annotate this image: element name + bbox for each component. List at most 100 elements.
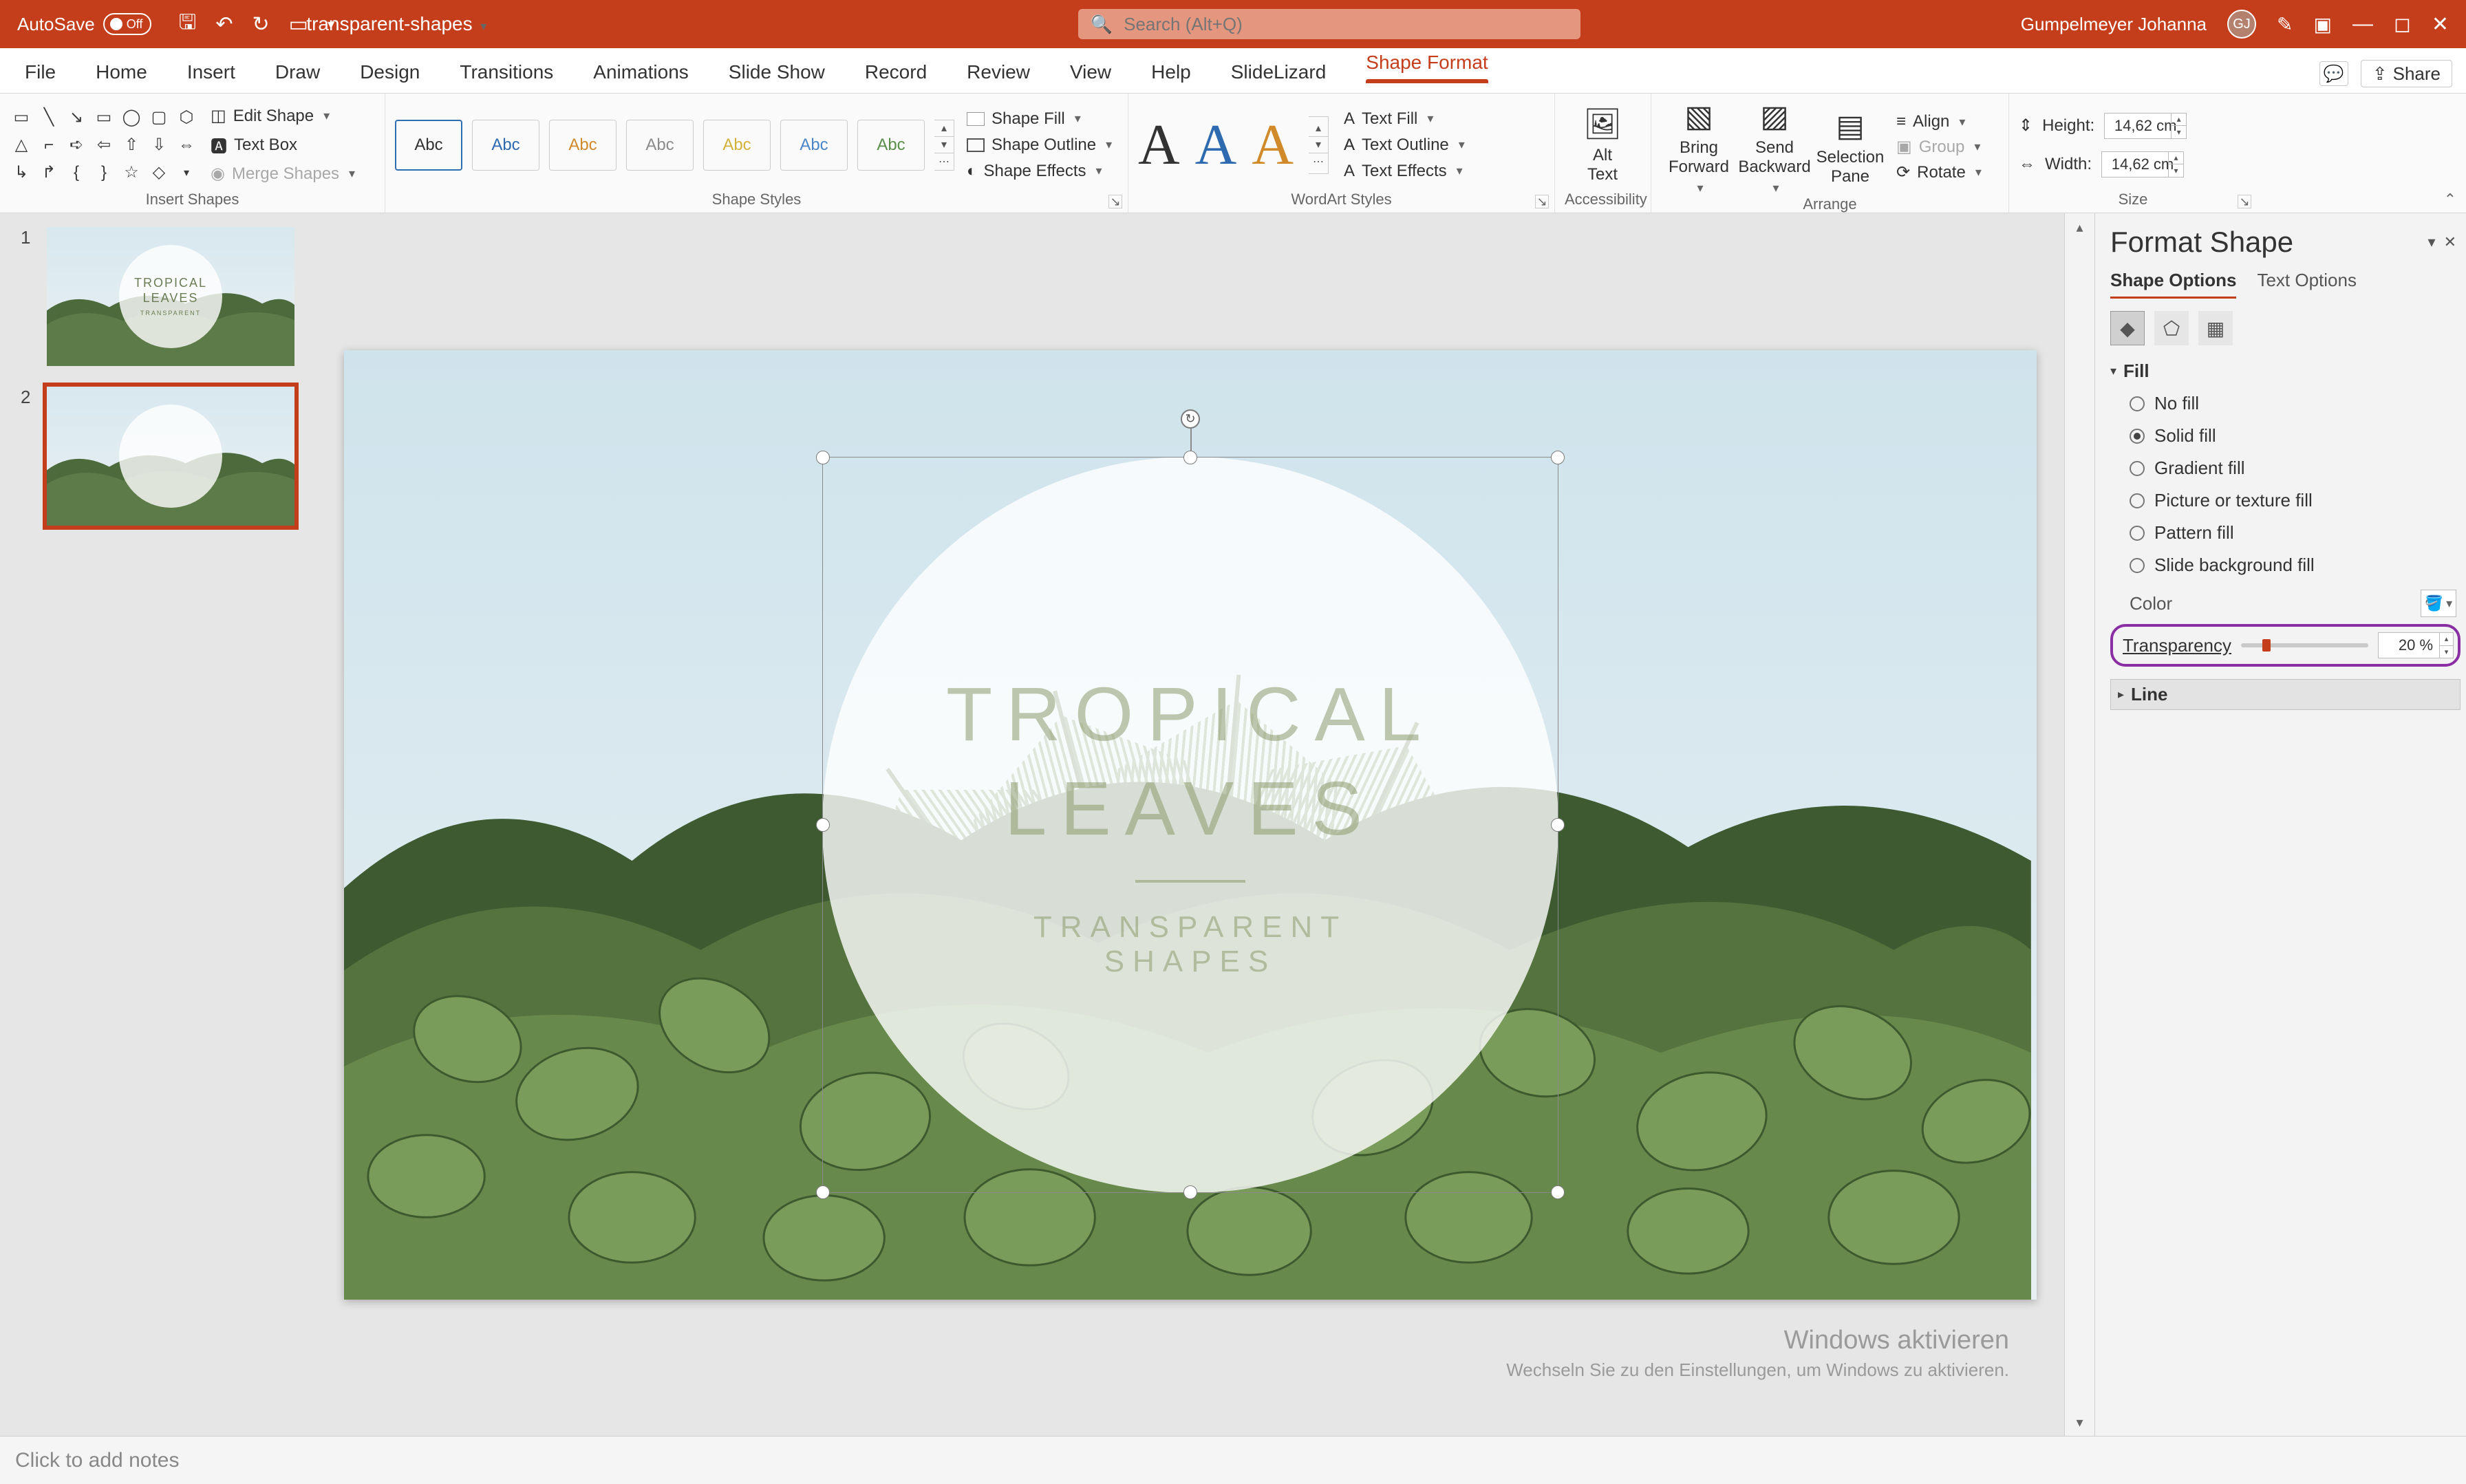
spin-up-icon[interactable]: ▴ xyxy=(2168,152,2183,165)
shape-arrow-l-icon[interactable]: ⇦ xyxy=(92,133,116,157)
shape-oval-icon[interactable]: ◯ xyxy=(120,106,143,129)
document-name[interactable]: transparent-shapes ▾ xyxy=(306,13,486,35)
radio-pattern-fill[interactable]: Pattern fill xyxy=(2130,522,2460,544)
transparency-input[interactable]: 20 %▴▾ xyxy=(2378,632,2454,658)
shape-arrow-u-icon[interactable]: ⇧ xyxy=(120,133,143,157)
tab-design[interactable]: Design xyxy=(356,61,424,93)
wordart-style-1[interactable]: A xyxy=(1138,116,1180,174)
shape-style-6[interactable]: Abc xyxy=(780,120,848,171)
radio-slide-bg-fill[interactable]: Slide background fill xyxy=(2130,555,2460,576)
tab-file[interactable]: File xyxy=(21,61,60,93)
bring-forward-button[interactable]: ▧Bring Forward▾ xyxy=(1661,99,1737,195)
resize-handle[interactable] xyxy=(1551,451,1565,464)
tab-help[interactable]: Help xyxy=(1147,61,1195,93)
tab-review[interactable]: Review xyxy=(963,61,1034,93)
spin-up-icon[interactable]: ▴ xyxy=(2171,114,2186,127)
shape-connector2-icon[interactable]: ↱ xyxy=(37,161,61,184)
shape-arrow-lr-icon[interactable]: ⇔ xyxy=(175,133,198,157)
shape-hexagon-icon[interactable]: ⬡ xyxy=(175,106,198,129)
dialog-launcher-icon[interactable]: ↘ xyxy=(1535,195,1549,208)
tab-insert[interactable]: Insert xyxy=(183,61,239,93)
minimize-button[interactable]: — xyxy=(2352,12,2373,36)
shape-l-icon[interactable]: ⌐ xyxy=(37,133,61,157)
shape-effects-button[interactable]: ◐Shape Effects▾ xyxy=(967,162,1112,181)
shape-style-2[interactable]: Abc xyxy=(472,120,539,171)
edit-shape-button[interactable]: ◫Edit Shape▾ xyxy=(211,106,355,126)
gallery-up-icon[interactable]: ▴ xyxy=(934,120,954,137)
shape-arrow-r-icon[interactable]: ➪ xyxy=(65,133,88,157)
rotation-handle[interactable] xyxy=(1181,409,1200,429)
alt-text-button[interactable]: 🖼 Alt Text xyxy=(1565,106,1640,184)
tab-slideshow[interactable]: Slide Show xyxy=(725,61,829,93)
slide-editor[interactable]: TROPICAL LEAVES TRANSPARENTSHAPES xyxy=(317,213,2064,1436)
search-box[interactable]: 🔍 xyxy=(1078,9,1580,39)
spin-down-icon[interactable]: ▾ xyxy=(2440,646,2453,658)
dialog-launcher-icon[interactable]: ↘ xyxy=(2238,195,2251,208)
rotate-button[interactable]: ⟳Rotate▾ xyxy=(1896,162,1982,182)
shape-brace-l-icon[interactable]: { xyxy=(65,161,88,184)
spin-down-icon[interactable]: ▾ xyxy=(2168,164,2183,177)
align-button[interactable]: ≡Align▾ xyxy=(1896,112,1982,131)
radio-solid-fill[interactable]: Solid fill xyxy=(2130,425,2460,447)
tab-transitions[interactable]: Transitions xyxy=(455,61,557,93)
radio-picture-fill[interactable]: Picture or texture fill xyxy=(2130,490,2460,511)
ribbon-display-icon[interactable]: ▣ xyxy=(2313,13,2331,36)
resize-handle[interactable] xyxy=(1551,818,1565,832)
shape-triangle-icon[interactable]: △ xyxy=(10,133,33,157)
height-input[interactable]: 14,62 cm▴▾ xyxy=(2104,113,2187,139)
scroll-down-icon[interactable]: ▾ xyxy=(2065,1408,2094,1436)
gallery-up-icon[interactable]: ▴ xyxy=(1309,120,1328,137)
shape-style-5[interactable]: Abc xyxy=(703,120,771,171)
shape-rect-icon[interactable]: ▭ xyxy=(92,106,116,129)
tab-draw[interactable]: Draw xyxy=(271,61,324,93)
shape-line-icon[interactable]: ╲ xyxy=(37,106,61,129)
autosave-toggle[interactable]: AutoSave Off xyxy=(17,13,151,35)
radio-gradient-fill[interactable]: Gradient fill xyxy=(2130,458,2460,479)
redo-icon[interactable]: ↻ xyxy=(252,12,269,36)
slide-thumbnail-2[interactable] xyxy=(47,387,294,526)
tab-animations[interactable]: Animations xyxy=(589,61,693,93)
shape-style-3[interactable]: Abc xyxy=(549,120,616,171)
selection-bounding-box[interactable] xyxy=(822,457,1558,1193)
gallery-more-icon[interactable]: ⋯ xyxy=(934,153,954,170)
shape-arrow-d-icon[interactable]: ⇩ xyxy=(147,133,171,157)
save-icon[interactable]: 🖫 xyxy=(179,7,197,42)
section-line[interactable]: ▸ Line xyxy=(2110,679,2460,710)
resize-handle[interactable] xyxy=(816,451,830,464)
shape-arrow-line-icon[interactable]: ↘ xyxy=(65,106,88,129)
slide-thumbnail-1[interactable]: TROPICALLEAVESTRANSPARENT xyxy=(47,227,294,366)
panel-tab-text-options[interactable]: Text Options xyxy=(2257,270,2357,299)
resize-handle[interactable] xyxy=(1551,1185,1565,1199)
maximize-button[interactable]: ◻ xyxy=(2394,12,2411,36)
tab-shape-format[interactable]: Shape Format xyxy=(1362,52,1492,93)
radio-no-fill[interactable]: No fill xyxy=(2130,393,2460,414)
width-input[interactable]: 14,62 cm▴▾ xyxy=(2101,151,2184,178)
coming-soon-icon[interactable]: ✎ xyxy=(2277,13,2293,36)
slide-canvas[interactable]: TROPICAL LEAVES TRANSPARENTSHAPES xyxy=(344,350,2037,1300)
size-properties-tab-icon[interactable]: ▦ xyxy=(2198,311,2233,345)
send-backward-button[interactable]: ▨Send Backward▾ xyxy=(1737,99,1812,195)
shape-star-icon[interactable]: ☆ xyxy=(120,161,143,184)
undo-icon[interactable]: ↶ xyxy=(215,12,233,36)
shape-style-4[interactable]: Abc xyxy=(626,120,694,171)
resize-handle[interactable] xyxy=(1183,451,1197,464)
text-box-button[interactable]: 🅰Text Box xyxy=(211,133,355,157)
text-effects-button[interactable]: AText Effects▾ xyxy=(1344,162,1465,181)
resize-handle[interactable] xyxy=(1183,1185,1197,1199)
effects-tab-icon[interactable]: ⬠ xyxy=(2154,311,2189,345)
resize-handle[interactable] xyxy=(816,1185,830,1199)
close-button[interactable]: ✕ xyxy=(2432,12,2449,36)
collapse-ribbon-icon[interactable]: ⌃ xyxy=(2444,191,2456,208)
search-input[interactable] xyxy=(1124,14,1568,35)
shape-styles-gallery[interactable]: Abc Abc Abc Abc Abc Abc Abc ▴▾⋯ xyxy=(395,120,954,171)
spin-up-icon[interactable]: ▴ xyxy=(2440,633,2453,646)
shape-textbox-icon[interactable]: ▭ xyxy=(10,106,33,129)
shape-outline-button[interactable]: Shape Outline▾ xyxy=(967,136,1112,155)
share-button[interactable]: ⇪Share xyxy=(2361,60,2452,87)
gallery-down-icon[interactable]: ▾ xyxy=(1309,137,1328,153)
fill-line-tab-icon[interactable]: ◆ xyxy=(2110,311,2145,345)
editor-scrollbar[interactable]: ▴ ▾ xyxy=(2064,213,2094,1436)
tab-view[interactable]: View xyxy=(1066,61,1115,93)
shape-connector-icon[interactable]: ↳ xyxy=(10,161,33,184)
tab-slidelizard[interactable]: SlideLizard xyxy=(1227,61,1331,93)
